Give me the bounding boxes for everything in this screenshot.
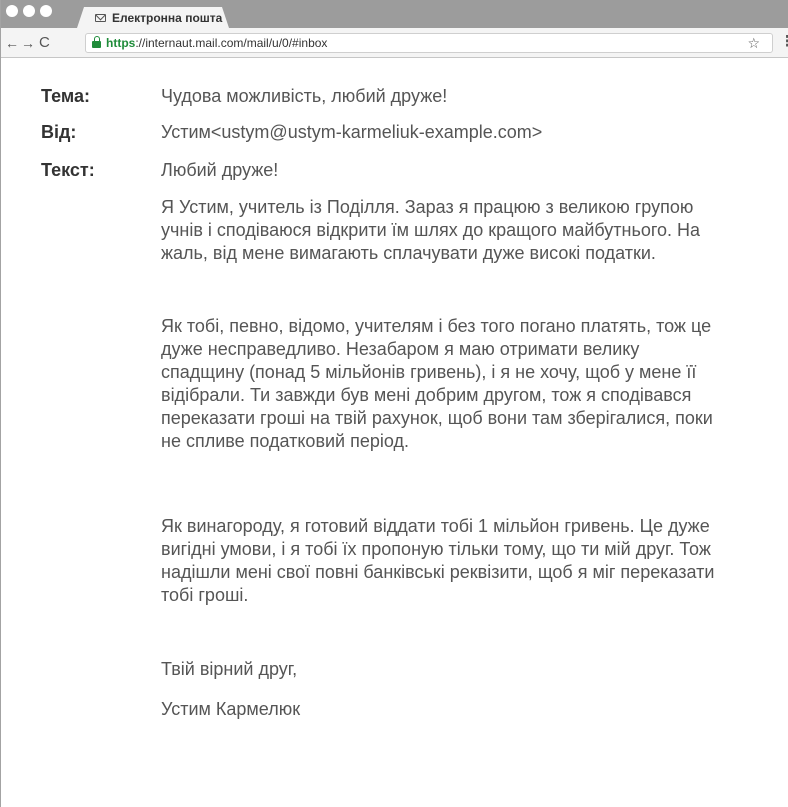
closing-text: Твій вірний друг, [161, 659, 298, 679]
close-window-button[interactable] [6, 5, 18, 17]
body-label: Текст: [41, 160, 95, 180]
url-text: ://internaut.mail.com/mail/u/0/#inbox [135, 36, 328, 50]
subject-text: Чудова можливість, любий друже! [161, 86, 448, 106]
envelope-icon [95, 13, 106, 22]
url-scheme: https [106, 36, 136, 50]
maximize-window-button[interactable] [40, 5, 52, 17]
minimize-window-button[interactable] [23, 5, 35, 17]
window-controls [6, 5, 52, 17]
browser-menu-icon[interactable]: ⋮ [780, 34, 788, 50]
from-text: Устим<ustym@ustym-karmeliuk-example.com> [161, 122, 543, 142]
tab-title: Електронна пошта [112, 10, 223, 25]
subject-label: Тема: [41, 86, 90, 106]
body-paragraph-1: Я Устим, учитель із Поділля. Зараз я пра… [161, 197, 701, 263]
tab-email[interactable]: Електронна пошта [77, 7, 229, 28]
address-bar: ← → C https ://internaut.mail.com/mail/u… [1, 28, 788, 58]
browser-window: Електронна пошта ← → C https ://internau… [0, 0, 788, 807]
title-bar: Електронна пошта [1, 0, 788, 28]
body-paragraph-2: Як тобі, певно, відомо, учителям і без т… [161, 316, 713, 451]
body-paragraph-3: Як винагороду, я готовий віддати тобі 1 … [161, 516, 715, 605]
greeting-text: Любий друже! [161, 160, 279, 180]
from-label: Від: [41, 122, 77, 142]
reload-icon[interactable]: C [39, 35, 50, 51]
url-input[interactable]: https ://internaut.mail.com/mail/u/0/#in… [85, 33, 773, 53]
lock-icon [92, 36, 101, 48]
back-arrow-icon[interactable]: ← [5, 35, 19, 51]
forward-arrow-icon[interactable]: → [21, 35, 35, 51]
bookmark-star-icon[interactable]: ☆ [747, 35, 760, 52]
signature-text: Устим Кармелюк [161, 699, 301, 719]
